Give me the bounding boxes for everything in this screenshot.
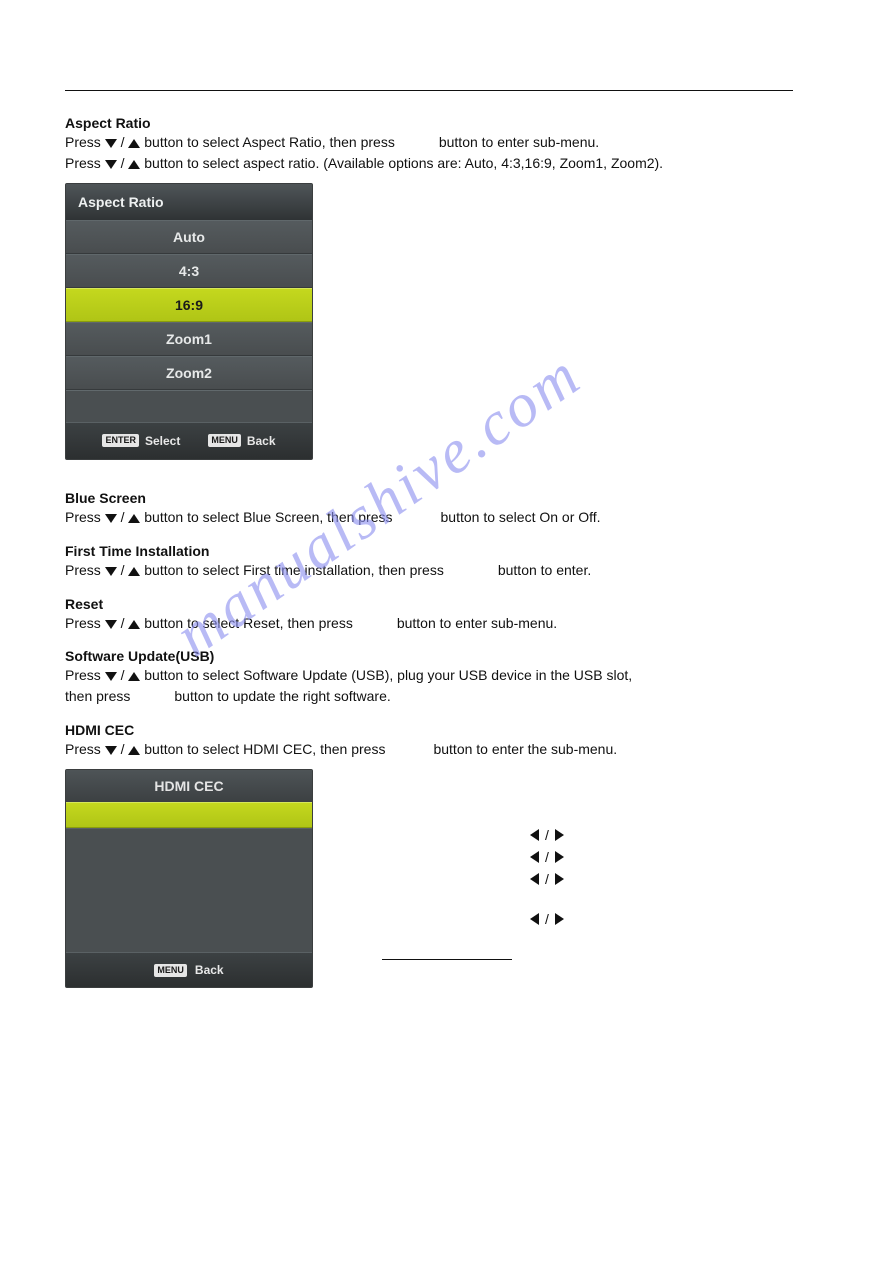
heading-first-time: First Time Installation bbox=[65, 543, 828, 559]
text: / bbox=[117, 562, 129, 578]
up-triangle-icon bbox=[128, 139, 140, 148]
menu-item-4-3[interactable]: 4:3 bbox=[66, 254, 312, 288]
heading-aspect-ratio: Aspect Ratio bbox=[65, 115, 828, 131]
text: Press bbox=[65, 155, 105, 171]
text: button to select HDMI CEC, then press bbox=[140, 741, 385, 757]
text: / bbox=[117, 741, 129, 757]
menu-item-zoom2[interactable]: Zoom2 bbox=[66, 356, 312, 390]
down-triangle-icon bbox=[105, 672, 117, 681]
menu-footer: ENTER Select MENU Back bbox=[66, 422, 312, 459]
up-triangle-icon bbox=[128, 620, 140, 629]
text: button to update the right software. bbox=[174, 688, 390, 704]
text: button to select On or Off. bbox=[441, 509, 601, 525]
text: / bbox=[117, 667, 129, 683]
menu-item-zoom1[interactable]: Zoom1 bbox=[66, 322, 312, 356]
menu-item-auto[interactable]: Auto bbox=[66, 220, 312, 254]
text: / bbox=[545, 911, 549, 927]
text: Press bbox=[65, 615, 105, 631]
enter-key-label: Select bbox=[145, 434, 180, 448]
down-triangle-icon bbox=[105, 567, 117, 576]
text: / bbox=[545, 871, 549, 887]
enter-key-hint: ENTER Select bbox=[102, 434, 180, 448]
up-triangle-icon bbox=[128, 672, 140, 681]
aspect-ratio-menu: Aspect Ratio Auto 4:3 16:9 Zoom1 Zoom2 E… bbox=[65, 183, 313, 460]
blue-line: Press / button to select Blue Screen, th… bbox=[65, 508, 828, 527]
sw-line1: Press / button to select Software Update… bbox=[65, 666, 828, 685]
aspect-line2: Press / button to select aspect ratio. (… bbox=[65, 154, 828, 173]
up-triangle-icon bbox=[128, 160, 140, 169]
heading-reset: Reset bbox=[65, 596, 828, 612]
menu-key-hint: MENU Back bbox=[208, 434, 275, 448]
lr-row: / bbox=[530, 827, 564, 843]
left-triangle-icon bbox=[530, 851, 539, 863]
hdmi-cec-menu: HDMI CEC MENU Back bbox=[65, 769, 313, 988]
bottom-rule bbox=[382, 959, 512, 960]
text: button to select Blue Screen, then press bbox=[140, 509, 392, 525]
left-triangle-icon bbox=[530, 873, 539, 885]
text: then press bbox=[65, 688, 130, 704]
heading-blue-screen: Blue Screen bbox=[65, 490, 828, 506]
text: button to select aspect ratio. (Availabl… bbox=[140, 155, 663, 171]
heading-hdmi-cec: HDMI CEC bbox=[65, 722, 828, 738]
sw-line2: then press button to update the right sof… bbox=[65, 687, 828, 706]
text: button to select First time installation… bbox=[140, 562, 443, 578]
heading-software-update: Software Update(USB) bbox=[65, 648, 828, 664]
text: / bbox=[545, 827, 549, 843]
text: button to enter sub-menu. bbox=[397, 615, 557, 631]
aspect-line1: Press / button to select Aspect Ratio, t… bbox=[65, 133, 828, 152]
menu-key-label: Back bbox=[195, 963, 224, 977]
menu2-selected-row[interactable] bbox=[66, 802, 312, 828]
up-triangle-icon bbox=[128, 746, 140, 755]
up-triangle-icon bbox=[128, 567, 140, 576]
down-triangle-icon bbox=[105, 746, 117, 755]
text: button to enter sub-menu. bbox=[439, 134, 599, 150]
menu-item-16-9[interactable]: 16:9 bbox=[66, 288, 312, 322]
text: Press bbox=[65, 562, 105, 578]
down-triangle-icon bbox=[105, 620, 117, 629]
text: / bbox=[117, 615, 129, 631]
text: Press bbox=[65, 741, 105, 757]
lr-row: / bbox=[530, 911, 564, 927]
text: Press bbox=[65, 667, 105, 683]
text: button to select Aspect Ratio, then pres… bbox=[140, 134, 394, 150]
right-triangle-icon bbox=[555, 851, 564, 863]
left-triangle-icon bbox=[530, 913, 539, 925]
top-rule bbox=[65, 90, 793, 91]
text: Press bbox=[65, 509, 105, 525]
right-triangle-icon bbox=[555, 913, 564, 925]
first-line: Press / button to select First time inst… bbox=[65, 561, 828, 580]
enter-key-icon: ENTER bbox=[102, 434, 139, 447]
menu-key-label: Back bbox=[247, 434, 276, 448]
lr-row: / bbox=[530, 871, 564, 887]
text: button to select Reset, then press bbox=[140, 615, 352, 631]
menu-key-icon: MENU bbox=[208, 434, 241, 447]
text: button to select Software Update (USB), … bbox=[140, 667, 632, 683]
down-triangle-icon bbox=[105, 160, 117, 169]
right-triangle-icon bbox=[555, 873, 564, 885]
menu-title: Aspect Ratio bbox=[66, 184, 312, 220]
menu2-body bbox=[66, 828, 312, 952]
menu-spacer bbox=[66, 390, 312, 422]
lr-arrow-column: / / / / bbox=[530, 827, 564, 933]
text: button to enter the sub-menu. bbox=[433, 741, 617, 757]
left-triangle-icon bbox=[530, 829, 539, 841]
menu2-footer: MENU Back bbox=[66, 952, 312, 987]
text: / bbox=[117, 134, 129, 150]
text: / bbox=[117, 509, 129, 525]
text: button to enter. bbox=[498, 562, 591, 578]
down-triangle-icon bbox=[105, 139, 117, 148]
right-triangle-icon bbox=[555, 829, 564, 841]
text: Press bbox=[65, 134, 105, 150]
text: / bbox=[117, 155, 129, 171]
menu-key-icon: MENU bbox=[154, 964, 187, 977]
text: / bbox=[545, 849, 549, 865]
up-triangle-icon bbox=[128, 514, 140, 523]
cec-line: Press / button to select HDMI CEC, then … bbox=[65, 740, 828, 759]
lr-row: / bbox=[530, 849, 564, 865]
reset-line: Press / button to select Reset, then pre… bbox=[65, 614, 828, 633]
menu2-title: HDMI CEC bbox=[66, 770, 312, 802]
down-triangle-icon bbox=[105, 514, 117, 523]
